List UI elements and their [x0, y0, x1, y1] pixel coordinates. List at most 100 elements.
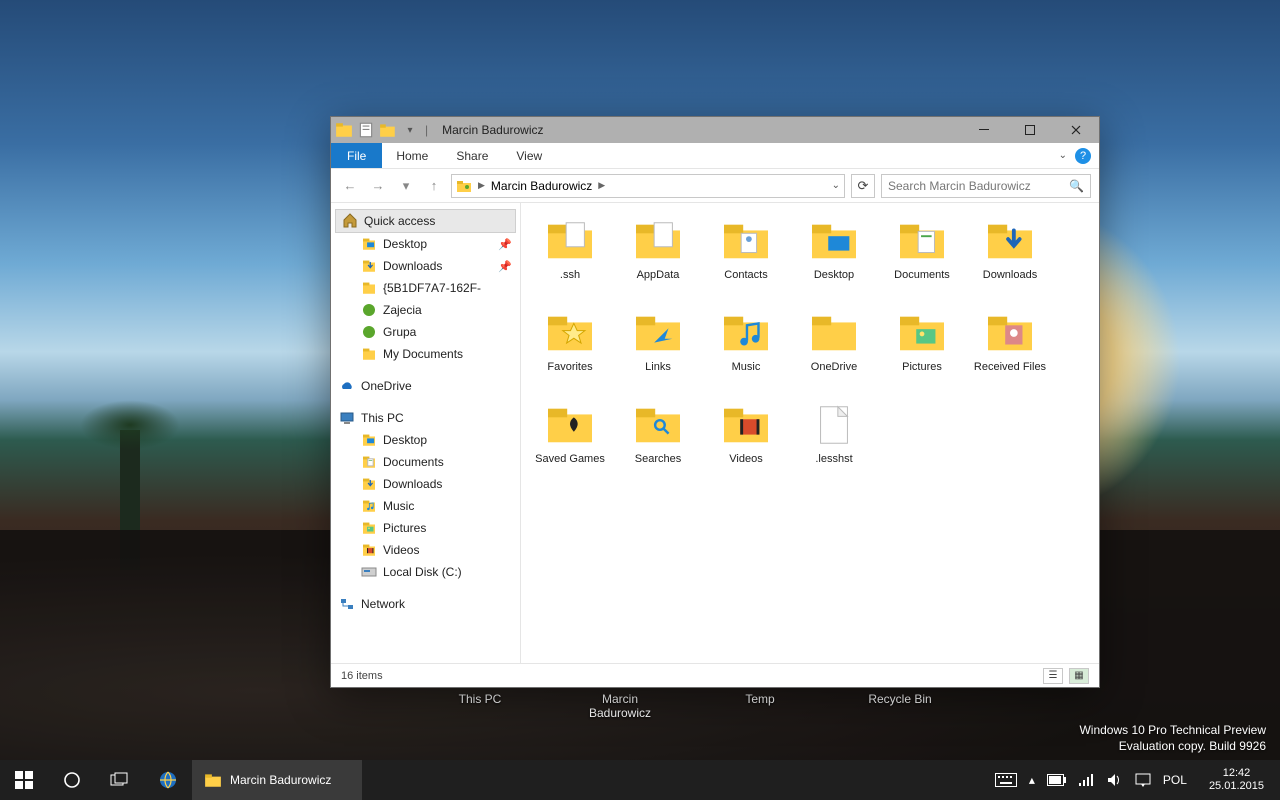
nav-quick-access-item[interactable]: Downloads📌	[331, 255, 520, 277]
videos-icon	[361, 542, 377, 558]
folder-item[interactable]: Documents	[879, 213, 965, 303]
pin-icon: 📌	[498, 238, 512, 251]
nav-this-pc-item[interactable]: Downloads	[331, 473, 520, 495]
desktop-icon	[810, 217, 858, 265]
desktop-icon-recycle-bin[interactable]: Recycle Bin	[860, 692, 940, 720]
nav-up-button[interactable]: ↑	[423, 175, 445, 197]
ribbon-expand-icon[interactable]: ⌄	[1059, 150, 1067, 161]
searches-icon	[634, 401, 682, 449]
folder-item[interactable]: Received Files	[967, 305, 1053, 395]
tab-home[interactable]: Home	[382, 143, 442, 168]
this-pc-icon	[339, 410, 355, 426]
nav-this-pc-item[interactable]: Videos	[331, 539, 520, 561]
battery-icon[interactable]	[1047, 774, 1067, 786]
folder-item[interactable]: Downloads	[967, 213, 1053, 303]
desktop-icon	[361, 236, 377, 252]
qat-new-folder-icon[interactable]	[379, 121, 397, 139]
minimize-button[interactable]	[961, 117, 1007, 143]
search-placeholder: Search Marcin Badurowicz	[888, 179, 1031, 193]
folder-item[interactable]: AppData	[615, 213, 701, 303]
volume-icon[interactable]	[1107, 773, 1123, 787]
network-icon	[339, 596, 355, 612]
explorer-taskbar-icon	[204, 771, 222, 789]
view-large-icons-button[interactable]: ▦	[1069, 668, 1089, 684]
folder-item[interactable]: .lesshst	[791, 397, 877, 487]
task-view-button[interactable]	[96, 760, 144, 800]
folder-item[interactable]: Contacts	[703, 213, 789, 303]
folder-item[interactable]: Desktop	[791, 213, 877, 303]
address-history-icon[interactable]: ⌄	[832, 180, 840, 191]
breadcrumb[interactable]: Marcin Badurowicz	[491, 179, 592, 193]
ribbon-tabs: File Home Share View ⌄ ?	[331, 143, 1099, 169]
nav-this-pc-item[interactable]: Documents	[331, 451, 520, 473]
folder-item[interactable]: Music	[703, 305, 789, 395]
nav-quick-access-item[interactable]: Grupa	[331, 321, 520, 343]
nav-recent-button[interactable]: ▾	[395, 175, 417, 197]
pictures-icon	[361, 520, 377, 536]
tray-overflow-icon[interactable]: ▴	[1029, 773, 1035, 787]
breadcrumb-separator-icon[interactable]: ▶	[598, 180, 605, 191]
folder-item[interactable]: .ssh	[527, 213, 613, 303]
folder-item[interactable]: Videos	[703, 397, 789, 487]
desktop-icon-user-folder[interactable]: Marcin Badurowicz	[580, 692, 660, 720]
folder-item[interactable]: Searches	[615, 397, 701, 487]
taskbar-app-ie[interactable]	[144, 760, 192, 800]
folder-icon	[361, 346, 377, 362]
nav-this-pc-item[interactable]: Desktop	[331, 429, 520, 451]
nav-this-pc-item[interactable]: Pictures	[331, 517, 520, 539]
nav-network[interactable]: Network	[331, 593, 520, 615]
nav-back-button[interactable]: ←	[339, 175, 361, 197]
nav-onedrive[interactable]: OneDrive	[331, 375, 520, 397]
taskbar[interactable]: Marcin Badurowicz ▴ POL 12:42 25.01.2015	[0, 760, 1280, 800]
view-details-button[interactable]: ☰	[1043, 668, 1063, 684]
content-pane[interactable]: .sshAppDataContactsDesktopDocumentsDownl…	[521, 203, 1099, 663]
taskbar-clock[interactable]: 12:42 25.01.2015	[1199, 767, 1274, 793]
close-button[interactable]	[1053, 117, 1099, 143]
folder-item[interactable]: Pictures	[879, 305, 965, 395]
maximize-button[interactable]	[1007, 117, 1053, 143]
refresh-button[interactable]: ⟳	[851, 174, 875, 198]
links-icon	[634, 309, 682, 357]
quick-access-icon	[342, 213, 358, 229]
folder-item[interactable]: Favorites	[527, 305, 613, 395]
window-title: Marcin Badurowicz	[434, 123, 543, 137]
tab-file[interactable]: File	[331, 143, 382, 168]
start-button[interactable]	[0, 760, 48, 800]
taskbar-app-explorer-active[interactable]: Marcin Badurowicz	[192, 760, 362, 800]
nav-quick-access-item[interactable]: Desktop📌	[331, 233, 520, 255]
address-bar[interactable]: ▶ Marcin Badurowicz ▶ ⌄	[451, 174, 845, 198]
nav-quick-access-item[interactable]: My Documents	[331, 343, 520, 365]
qat-properties-icon[interactable]	[357, 121, 375, 139]
folder-item[interactable]: OneDrive	[791, 305, 877, 395]
desktop-icon-temp[interactable]: Temp	[720, 692, 800, 720]
folder-item[interactable]: Links	[615, 305, 701, 395]
nav-quick-access-item[interactable]: Zajecia	[331, 299, 520, 321]
qat-customize-icon[interactable]: ▾	[401, 121, 419, 139]
breadcrumb-separator-icon[interactable]: ▶	[478, 180, 485, 191]
action-center-icon[interactable]	[1135, 773, 1151, 787]
folder-item[interactable]: Saved Games	[527, 397, 613, 487]
touch-keyboard-icon[interactable]	[995, 773, 1017, 787]
nav-forward-button[interactable]: →	[367, 175, 389, 197]
nav-this-pc[interactable]: This PC	[331, 407, 520, 429]
pin-icon: 📌	[498, 260, 512, 273]
search-input[interactable]: Search Marcin Badurowicz 🔍	[881, 174, 1091, 198]
cortana-search-button[interactable]	[48, 760, 96, 800]
desktop-icon-this-pc[interactable]: This PC	[440, 692, 520, 720]
music-icon	[722, 309, 770, 357]
navigation-pane[interactable]: Quick access Desktop📌Downloads📌{5B1DF7A7…	[331, 203, 521, 663]
search-icon: 🔍	[1069, 179, 1084, 193]
input-language-indicator[interactable]: POL	[1163, 773, 1187, 787]
tab-view[interactable]: View	[502, 143, 556, 168]
nav-this-pc-item[interactable]: Local Disk (C:)	[331, 561, 520, 583]
help-icon[interactable]: ?	[1075, 148, 1091, 164]
nav-this-pc-item[interactable]: Music	[331, 495, 520, 517]
title-bar[interactable]: ▾ | Marcin Badurowicz	[331, 117, 1099, 143]
nav-quick-access-item[interactable]: {5B1DF7A7-162F-	[331, 277, 520, 299]
address-bar-row: ← → ▾ ↑ ▶ Marcin Badurowicz ▶ ⌄ ⟳ Search…	[331, 169, 1099, 203]
network-wifi-icon[interactable]	[1079, 774, 1095, 786]
pictures-icon	[898, 309, 946, 357]
tab-share[interactable]: Share	[442, 143, 502, 168]
nav-quick-access[interactable]: Quick access	[335, 209, 516, 233]
music-icon	[361, 498, 377, 514]
